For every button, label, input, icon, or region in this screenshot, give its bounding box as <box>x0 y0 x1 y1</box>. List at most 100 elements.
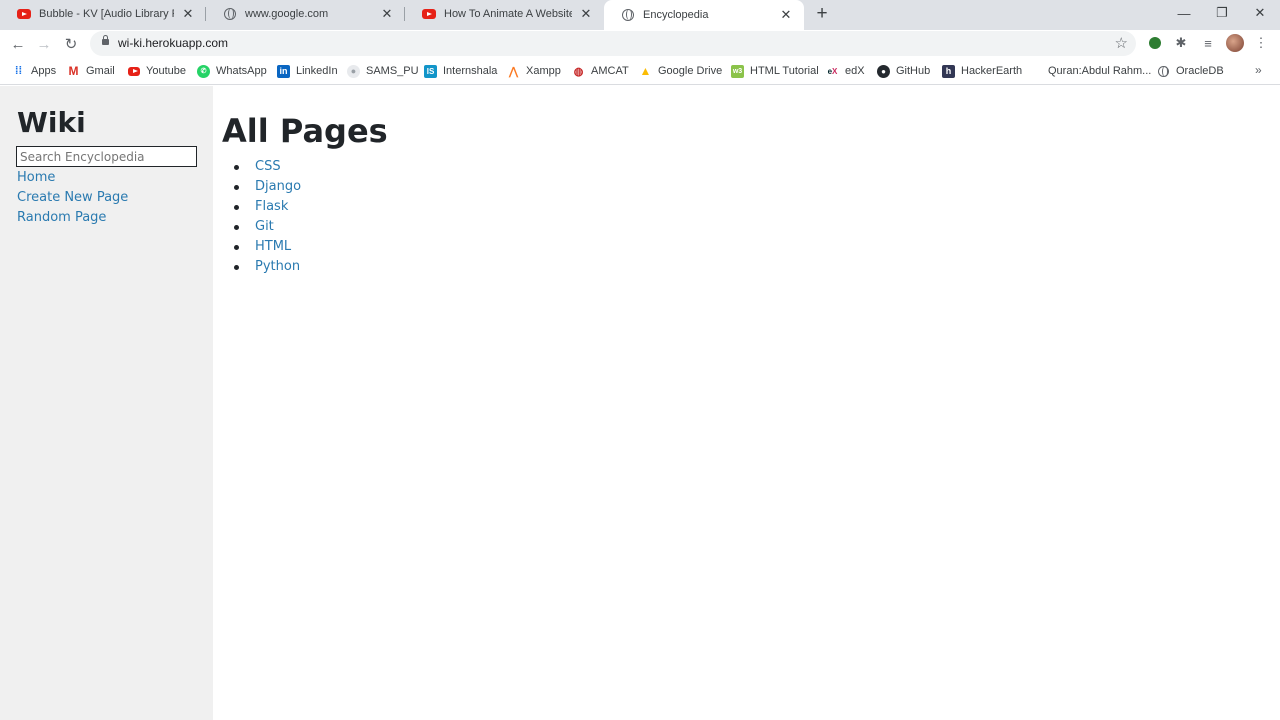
tab-title: www.google.com <box>245 8 329 20</box>
sams-icon: ● <box>347 64 360 78</box>
edx-icon: eX <box>827 66 838 76</box>
youtube-icon <box>422 7 436 21</box>
back-button[interactable]: ← <box>8 34 28 54</box>
browser-toolbar: ← → ↻ wi-ki.herokuapp.com ☆ <box>0 30 1280 58</box>
page-title: All Pages <box>222 112 388 150</box>
bookmark-edx[interactable]: eX edX <box>826 63 865 79</box>
tab-animate[interactable]: How To Animate A Website In After Effect… <box>405 0 604 28</box>
tab-encyclopedia[interactable]: Encyclopedia ✕ <box>604 0 804 30</box>
close-icon[interactable]: ✕ <box>778 7 794 23</box>
globe-icon <box>223 7 237 21</box>
youtube-icon <box>17 7 31 21</box>
sidebar-title: Wiki <box>17 106 86 139</box>
bookmark-label: HTML Tutorial <box>750 65 819 77</box>
close-icon[interactable]: ✕ <box>180 6 196 22</box>
bookmark-label: GitHub <box>896 65 931 77</box>
bookmark-label: Youtube <box>146 65 186 77</box>
sidebar: Wiki Home Create New Page Random Page <box>0 86 213 720</box>
tab-bubble[interactable]: Bubble - KV [Audio Library Release] ✕ <box>0 0 206 28</box>
avatar[interactable] <box>1226 34 1244 52</box>
list-item: Django <box>233 179 301 199</box>
bookmark-label: AMCAT <box>591 65 629 77</box>
hackerearth-icon: h <box>942 64 955 78</box>
bookmark-apps[interactable]: ⁞⁞ Apps <box>12 63 56 79</box>
extension-icon[interactable] <box>1146 33 1164 53</box>
bookmark-xampp[interactable]: ⋀ Xampp <box>507 63 561 79</box>
gmail-icon: M <box>68 64 79 78</box>
entry-link-git[interactable]: Git <box>255 219 274 234</box>
entry-link-python[interactable]: Python <box>255 259 300 274</box>
close-icon[interactable]: ✕ <box>379 6 395 22</box>
amcat-icon: ◍ <box>573 65 584 78</box>
pages-list: CSS Django Flask Git HTML Python <box>233 159 301 279</box>
bookmark-youtube[interactable]: Youtube <box>127 63 186 79</box>
bookmark-label: SAMS_PU <box>366 65 419 77</box>
tab-google[interactable]: www.google.com ✕ <box>206 0 405 28</box>
google-drive-icon: ▲ <box>639 64 652 78</box>
tab-title: Bubble - KV [Audio Library Release] <box>39 8 174 20</box>
bookmarks-bar: ⁞⁞ Apps M Gmail Youtube ✆ WhatsApp in Li… <box>0 58 1280 85</box>
whatsapp-icon: ✆ <box>197 64 210 78</box>
apps-grid-icon: ⁞⁞ <box>14 65 23 77</box>
close-icon[interactable]: ✕ <box>578 6 594 22</box>
minimize-button[interactable]: — <box>1171 3 1197 23</box>
bookmark-amcat[interactable]: ◍ AMCAT <box>572 63 629 79</box>
bookmark-hackerearth[interactable]: h HackerEarth <box>942 63 1022 79</box>
list-item: Flask <box>233 199 301 219</box>
bookmark-label: Gmail <box>86 65 115 77</box>
globe-icon <box>1157 65 1170 78</box>
bookmark-label: WhatsApp <box>216 65 267 77</box>
bookmark-whatsapp[interactable]: ✆ WhatsApp <box>197 63 267 79</box>
search-input[interactable] <box>16 146 197 167</box>
bookmark-oracledb[interactable]: OracleDB <box>1157 63 1224 79</box>
lock-icon <box>102 35 109 45</box>
media-control-icon[interactable]: ≡ <box>1199 33 1217 53</box>
forward-button[interactable]: → <box>34 34 54 54</box>
bookmark-label: HackerEarth <box>961 65 1023 77</box>
sidebar-link-random-page[interactable]: Random Page <box>17 210 106 225</box>
entry-link-flask[interactable]: Flask <box>255 199 288 214</box>
bookmark-label: LinkedIn <box>296 65 338 77</box>
star-icon[interactable]: ☆ <box>1115 34 1128 52</box>
bookmark-label: OracleDB <box>1176 65 1224 77</box>
list-item: Python <box>233 259 301 279</box>
bookmark-sams[interactable]: ● SAMS_PU <box>347 63 419 79</box>
globe-icon <box>621 8 635 22</box>
puzzle-icon[interactable]: ✱ <box>1172 33 1190 53</box>
bookmark-quran[interactable]: Quran:Abdul Rahm... <box>1029 63 1151 79</box>
bookmark-github[interactable]: ● GitHub <box>877 63 930 79</box>
bookmark-label: Quran:Abdul Rahm... <box>1048 65 1152 77</box>
sidebar-link-home[interactable]: Home <box>17 170 55 185</box>
chevron-double-right-icon[interactable]: » <box>1255 63 1262 77</box>
list-item: CSS <box>233 159 301 179</box>
bookmark-html-tutorial[interactable]: w3 HTML Tutorial <box>731 63 819 79</box>
bookmark-linkedin[interactable]: in LinkedIn <box>277 63 338 79</box>
close-window-button[interactable]: ✕ <box>1247 3 1273 23</box>
tab-title: How To Animate A Website In After Effect… <box>444 8 572 20</box>
internshala-icon: IS <box>424 64 437 78</box>
url-text: wi-ki.herokuapp.com <box>118 36 229 50</box>
menu-icon[interactable]: ⋮ <box>1252 33 1270 53</box>
maximize-button[interactable]: ❐ <box>1209 3 1235 23</box>
list-item: Git <box>233 219 301 239</box>
blank-icon <box>1029 65 1042 78</box>
tab-title: Encyclopedia <box>643 9 709 21</box>
bookmark-internshala[interactable]: IS Internshala <box>424 63 497 79</box>
entry-link-css[interactable]: CSS <box>255 159 281 174</box>
entry-link-django[interactable]: Django <box>255 179 301 194</box>
bookmark-label: Internshala <box>443 65 498 77</box>
page-content: Wiki Home Create New Page Random Page Al… <box>0 86 1280 720</box>
address-bar[interactable]: wi-ki.herokuapp.com ☆ <box>90 31 1136 56</box>
w3schools-icon: w3 <box>731 64 744 78</box>
list-item: HTML <box>233 239 301 259</box>
bookmark-gmail[interactable]: M Gmail <box>67 63 115 79</box>
github-icon: ● <box>877 64 890 78</box>
youtube-icon <box>127 65 140 78</box>
entry-link-html[interactable]: HTML <box>255 239 291 254</box>
sidebar-link-create-new-page[interactable]: Create New Page <box>17 190 128 205</box>
new-tab-button[interactable]: + <box>812 3 832 24</box>
bookmark-google-drive[interactable]: ▲ Google Drive <box>639 63 723 79</box>
bookmark-label: Xampp <box>526 65 561 77</box>
reload-button[interactable]: ↻ <box>61 34 81 54</box>
xampp-icon: ⋀ <box>508 65 519 78</box>
